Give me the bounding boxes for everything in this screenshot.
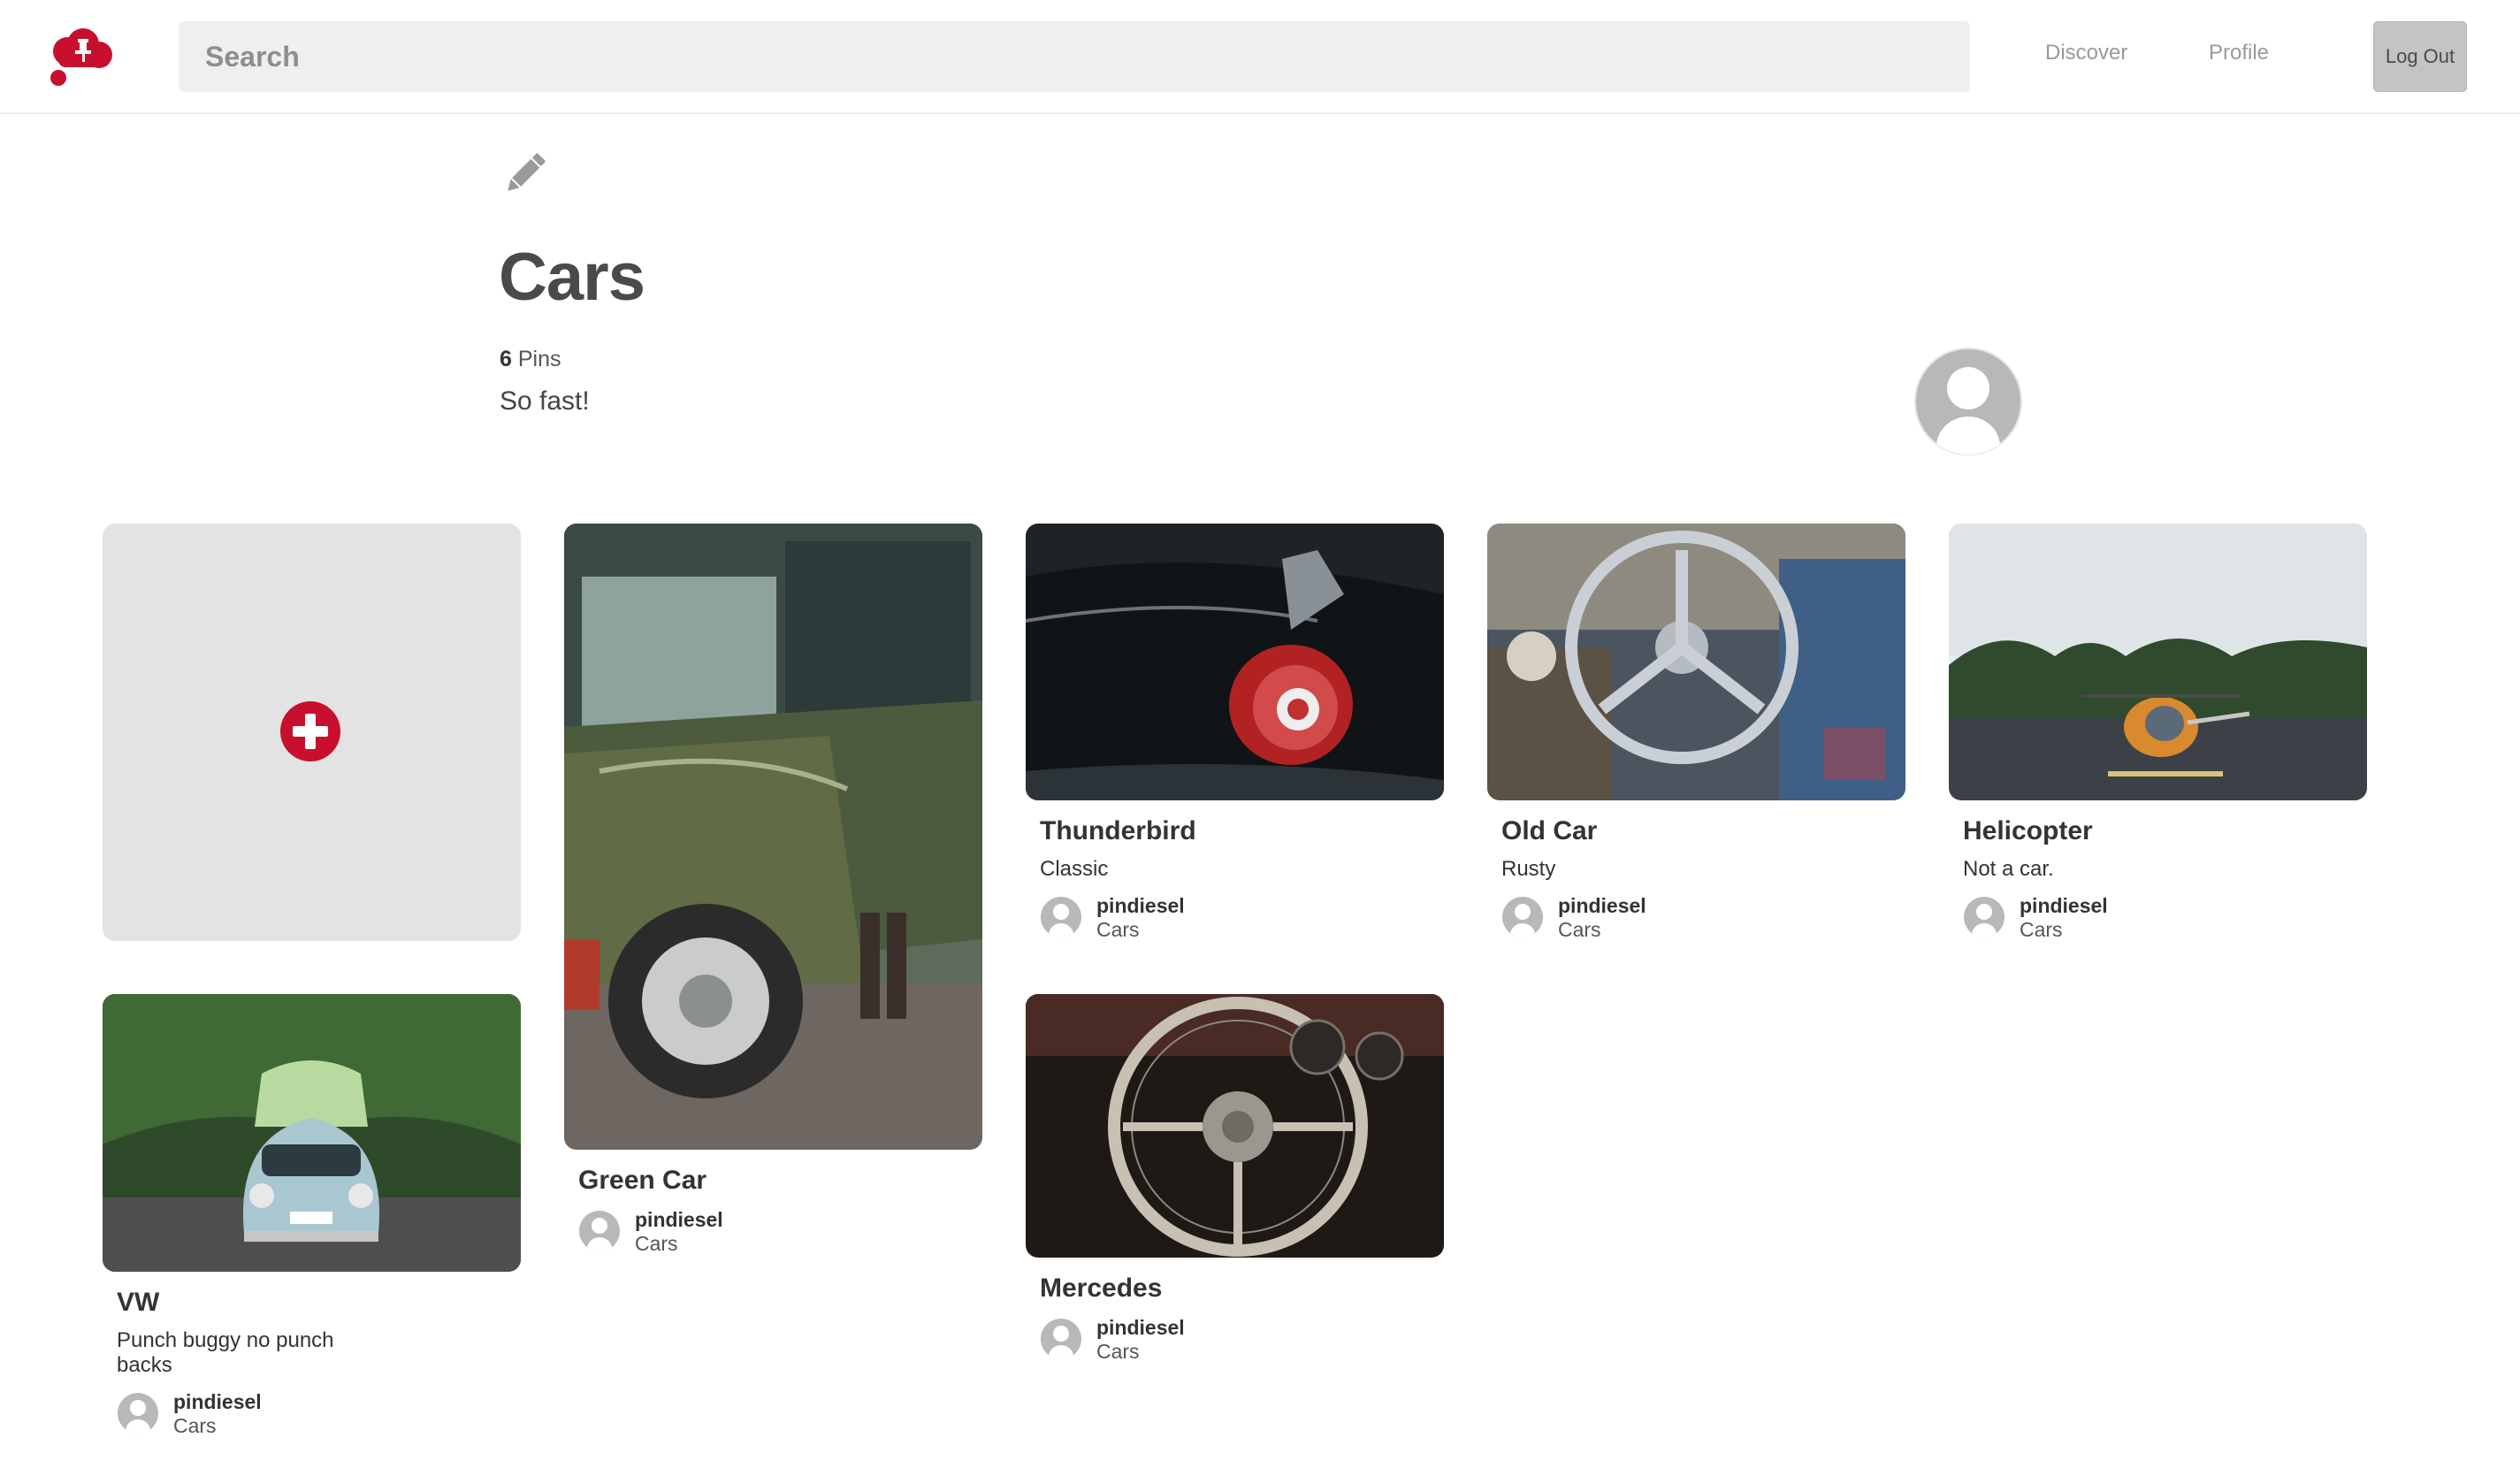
pin-image[interactable] [564,524,982,1150]
default-avatar-icon[interactable] [1040,896,1082,938]
pin-description: Not a car. [1963,857,2054,881]
pin-title: VW [117,1288,160,1317]
pin-author: pindiesel Cars [1040,894,1444,942]
pin-count-number: 6 [500,347,512,371]
pin-author: pindiesel Cars [117,1390,521,1438]
default-avatar-icon[interactable] [117,1392,159,1434]
nav-profile-link[interactable]: Profile [2209,41,2269,65]
logout-button[interactable]: Log Out [2373,21,2467,92]
default-avatar-icon[interactable] [1040,1318,1082,1360]
cloud-pin-logo-icon[interactable] [48,27,115,87]
pin-title: Helicopter [1963,816,2093,845]
add-pin-tile[interactable] [103,524,521,941]
pin-board-name[interactable]: Cars [635,1232,678,1256]
old-car-photo [1487,524,1905,800]
pin-card: Thunderbird Classic pindiesel Cars [1026,524,1444,942]
default-avatar-icon[interactable] [578,1210,621,1252]
pin-username[interactable]: pindiesel [1096,1316,1185,1340]
pin-description: Classic [1040,857,1109,881]
pin-description: Rusty [1501,857,1556,881]
pin-card: Old Car Rusty pindiesel Cars [1487,524,1905,942]
pin-title: Green Car [578,1166,707,1195]
thunderbird-photo [1026,524,1444,800]
board-description: So fast! [500,386,590,416]
pin-count-label: Pins [517,347,561,371]
pin-author: pindiesel Cars [1040,1316,1444,1364]
pin-card: VW Punch buggy no punch backs pindiesel … [103,994,521,1438]
pin-author: pindiesel Cars [578,1208,982,1256]
pin-author: pindiesel Cars [1963,894,2367,942]
pin-image[interactable] [1949,524,2367,800]
nav-discover-link[interactable]: Discover [2045,41,2127,65]
pin-title: Old Car [1501,816,1598,845]
top-navigation-bar: Discover Profile Log Out [0,0,2520,114]
pin-image[interactable] [103,994,521,1272]
pin-image[interactable] [1487,524,1905,800]
pin-board-name[interactable]: Cars [1558,918,1601,942]
board-title: Cars [499,240,645,315]
pin-author: pindiesel Cars [1501,894,1905,942]
pin-image[interactable] [1026,994,1444,1258]
pin-count: 6 Pins [500,347,561,372]
search-input[interactable] [179,21,1970,92]
default-avatar-icon[interactable] [1963,896,2005,938]
pin-card: Green Car pindiesel Cars [564,524,982,1256]
pencil-icon[interactable] [500,149,550,198]
pin-username[interactable]: pindiesel [173,1390,262,1414]
green-car-photo [564,524,982,1150]
pin-username[interactable]: pindiesel [2020,894,2108,918]
default-avatar-icon[interactable] [1914,348,2022,455]
pin-username[interactable]: pindiesel [1096,894,1185,918]
pin-card: Mercedes pindiesel Cars [1026,994,1444,1364]
pin-board-name[interactable]: Cars [1096,1340,1140,1364]
pin-card: Helicopter Not a car. pindiesel Cars [1949,524,2367,942]
pin-title: Mercedes [1040,1274,1163,1303]
plus-circle-icon[interactable] [279,700,342,763]
pin-username[interactable]: pindiesel [1558,894,1646,918]
pin-username[interactable]: pindiesel [635,1208,723,1232]
pin-board-name[interactable]: Cars [173,1414,217,1438]
helicopter-photo [1949,524,2367,800]
vw-beetle-photo [103,994,521,1272]
pin-title: Thunderbird [1040,816,1196,845]
default-avatar-icon[interactable] [1501,896,1544,938]
pin-board-name[interactable]: Cars [1096,918,1140,942]
pin-image[interactable] [1026,524,1444,800]
pin-description: Punch buggy no punch backs [117,1328,334,1377]
pin-board-name[interactable]: Cars [2020,918,2063,942]
mercedes-photo [1026,994,1444,1258]
